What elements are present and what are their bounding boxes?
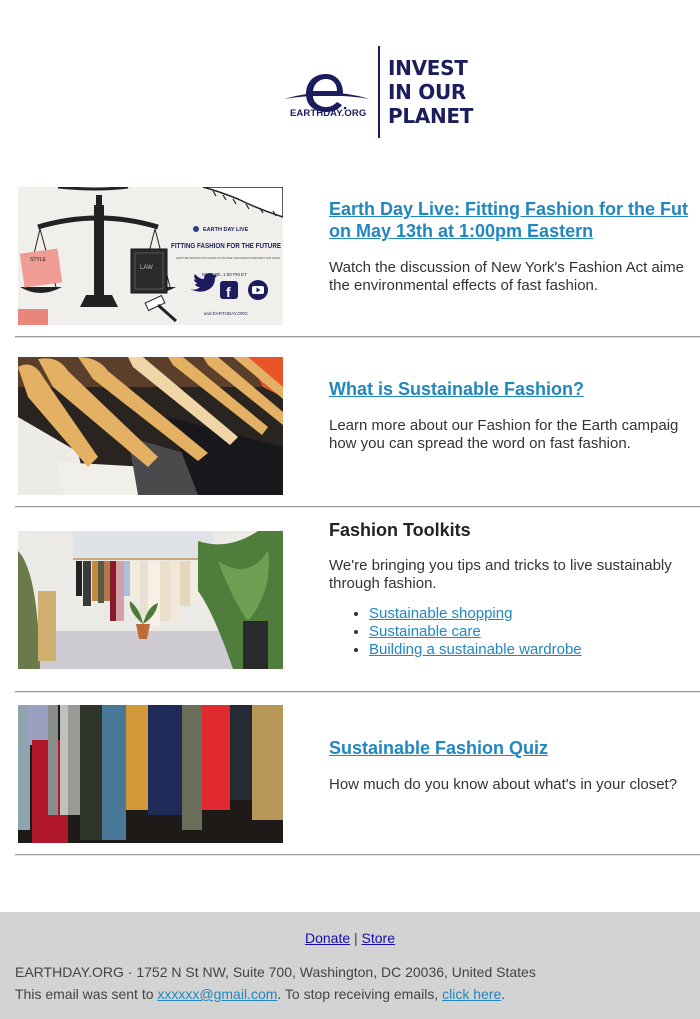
donate-link[interactable]: Donate <box>305 930 350 946</box>
slogan-line: IN OUR <box>388 80 466 104</box>
magazine-label: STYLE <box>30 257 47 263</box>
sent-suffix: . <box>501 986 506 1002</box>
event-graphic-image: STYLE LAW EARTH DAY LIVE FITTING FASHION… <box>18 187 283 325</box>
article-fashion-toolkits: Fashion Toolkits We're bringing you tips… <box>0 516 700 686</box>
article-title-link[interactable]: Earth Day Live: Fitting Fashion for the … <box>329 198 700 242</box>
article-content: Sustainable Fashion Quiz How much do you… <box>329 737 700 794</box>
article-earth-day-live: STYLE LAW EARTH DAY LIVE FITTING FASHION… <box>0 186 700 326</box>
article-title-link[interactable]: Sustainable Fashion Quiz <box>329 737 700 759</box>
description-line: Learn more about our Fashion for the Ear… <box>329 417 679 434</box>
description-line: Watch the discussion of New York's Fashi… <box>329 259 684 276</box>
sent-middle: . To stop receiving emails, <box>277 986 443 1002</box>
slogan-line: INVEST <box>388 56 468 80</box>
list-item: Building a sustainable wardrobe <box>369 641 700 659</box>
article-content: Fashion Toolkits We're bringing you tips… <box>329 519 700 659</box>
article-sustainable-fashion-quiz: Sustainable Fashion Quiz How much do you… <box>0 704 700 844</box>
email-footer: Donate | Store EARTHDAY.ORG · 1752 N St … <box>0 912 700 1019</box>
list-item: Sustainable care <box>369 623 700 641</box>
hangers-photo <box>18 357 283 495</box>
logo-slogan: INVEST IN OUR PLANET <box>388 56 473 128</box>
article-title: Fashion Toolkits <box>329 520 471 540</box>
store-link[interactable]: Store <box>362 930 395 946</box>
svg-text:f: f <box>226 284 231 300</box>
footer-address: EARTHDAY.ORG · 1752 N St NW, Suite 700, … <box>15 964 536 980</box>
article-description: Watch the discussion of New York's Fashi… <box>329 259 700 295</box>
title-line: on May 13th at 1:00pm Eastern <box>329 221 594 241</box>
slogan-line: PLANET <box>388 104 474 128</box>
list-item: Sustainable shopping <box>369 605 700 623</box>
description-line: How much do you know about what's in you… <box>329 776 678 793</box>
event-badge: EARTH DAY LIVE <box>203 227 249 233</box>
title-line: Earth Day Live: Fitting Fashion for the … <box>329 199 689 219</box>
description-line: the environmental effects of fast fashio… <box>329 277 599 294</box>
article-content: Earth Day Live: Fitting Fashion for the … <box>329 198 700 295</box>
toolkit-links-list: Sustainable shopping Sustainable care Bu… <box>329 605 700 659</box>
logo-divider <box>378 46 380 138</box>
facebook-icon: f <box>220 281 238 300</box>
article-image-jackets[interactable] <box>18 705 283 843</box>
link-sustainable-shopping[interactable]: Sustainable shopping <box>369 605 512 622</box>
youtube-icon <box>248 280 268 300</box>
section-divider <box>15 854 700 856</box>
event-subhead: HOW THE FASHION ACT HOPES TO CHANGE THE … <box>176 256 281 260</box>
description-line: through fashion. <box>329 575 437 592</box>
article-image-hangers[interactable] <box>18 357 283 495</box>
section-divider <box>15 691 700 693</box>
logo-org-name: EARTHDAY.ORG <box>290 108 367 119</box>
article-description: Learn more about our Fashion for the Ear… <box>329 417 700 453</box>
article-image-clothing-rack[interactable] <box>18 531 283 669</box>
sent-prefix: This email was sent to <box>15 986 158 1002</box>
email-header: EARTHDAY.ORG INVEST IN OUR PLANET <box>0 0 700 180</box>
link-sustainable-care[interactable]: Sustainable care <box>369 623 481 640</box>
article-description: How much do you know about what's in you… <box>329 776 700 794</box>
article-title-link[interactable]: What is Sustainable Fashion? <box>329 378 700 400</box>
jackets-photo <box>18 705 283 843</box>
unsubscribe-link[interactable]: click here <box>442 986 501 1002</box>
earthday-logo[interactable]: EARTHDAY.ORG INVEST IN OUR PLANET <box>282 46 482 138</box>
footer-sent-notice: This email was sent to xxxxxx@gmail.com.… <box>15 986 505 1002</box>
section-divider <box>15 336 700 338</box>
book-label: LAW <box>140 265 153 271</box>
event-site: and EARTHDAY.ORG <box>204 311 248 316</box>
description-line: We're bringing you tips and tricks to li… <box>329 557 672 574</box>
clothing-rack-photo <box>18 531 283 669</box>
article-content: What is Sustainable Fashion? Learn more … <box>329 378 700 453</box>
article-image-event-graphic[interactable]: STYLE LAW EARTH DAY LIVE FITTING FASHION… <box>18 187 283 325</box>
event-headline: FITTING FASHION FOR THE FUTURE <box>171 241 281 250</box>
article-what-is-sustainable-fashion: What is Sustainable Fashion? Learn more … <box>0 356 700 496</box>
footer-separator: | <box>354 930 358 946</box>
recipient-email-link[interactable]: xxxxxx@gmail.com <box>157 986 277 1002</box>
article-description: We're bringing you tips and tricks to li… <box>329 557 700 593</box>
description-line: how you can spread the word on fast fash… <box>329 435 631 452</box>
footer-links: Donate | Store <box>0 930 700 946</box>
section-divider <box>15 506 700 508</box>
link-sustainable-wardrobe[interactable]: Building a sustainable wardrobe <box>369 641 582 658</box>
